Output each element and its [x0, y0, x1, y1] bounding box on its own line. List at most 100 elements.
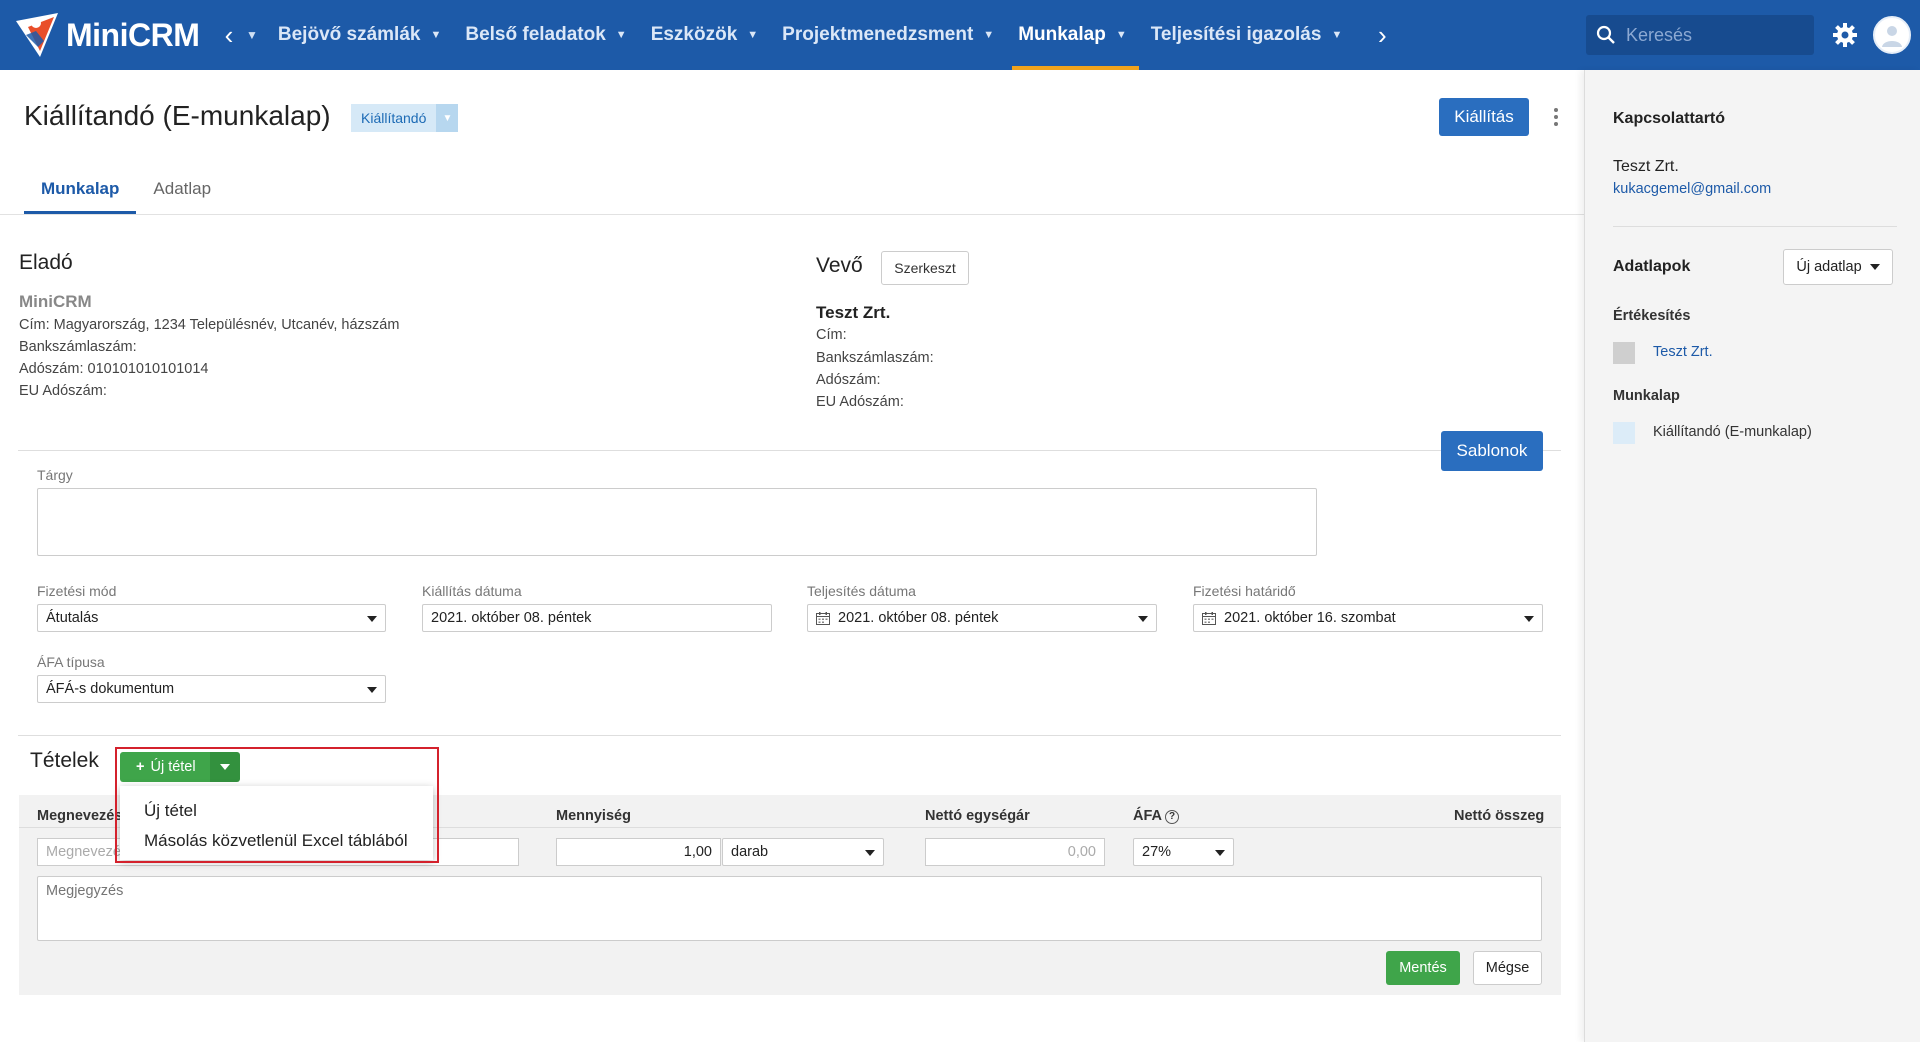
buyer-bank-account: Bankszámlaszám:: [816, 350, 934, 366]
payment-method-label: Fizetési mód: [37, 583, 117, 599]
page-title: Kiállítandó (E-munkalap): [24, 100, 331, 131]
save-button[interactable]: Mentés: [1386, 951, 1460, 985]
column-header-name: Megnevezés: [37, 808, 123, 824]
new-item-menu: Új tétel Másolás közvetlenül Excel táblá…: [120, 786, 433, 860]
worksheet-color-swatch: [1613, 422, 1635, 444]
section-divider: [18, 735, 1561, 736]
seller-address: Cím: Magyarország, 1234 Településnév, Ut…: [19, 317, 400, 333]
chevron-down-icon[interactable]: ▼: [436, 104, 459, 132]
menu-item-new-item[interactable]: Új tétel: [120, 796, 433, 826]
nav-history-caret-icon[interactable]: ▼: [246, 28, 258, 42]
issue-date-label: Kiállítás dátuma: [422, 583, 522, 599]
contact-name: Teszt Zrt.: [1613, 158, 1679, 175]
caret-down-icon: [865, 850, 875, 856]
more-options-icon[interactable]: [1552, 106, 1560, 128]
issue-date-field[interactable]: 2021. október 08. péntek: [422, 604, 772, 632]
contact-heading: Kapcsolattartó: [1613, 110, 1726, 127]
plus-icon: +: [136, 759, 145, 775]
vat-type-label: ÁFA típusa: [37, 654, 105, 670]
global-search: [1586, 15, 1814, 55]
column-header-net-total: Nettó összeg: [1454, 808, 1545, 824]
section-divider: [18, 450, 1561, 451]
item-vat-select[interactable]: 27%: [1133, 838, 1234, 866]
status-label: Kiállítandó: [351, 104, 437, 132]
due-date-label: Fizetési határidő: [1193, 583, 1296, 599]
column-header-unit-price: Nettó egységár: [925, 808, 1030, 824]
item-unit-select[interactable]: darab: [722, 838, 884, 866]
module-nav: Bejövő számlák ▼ Belső feladatok ▼ Eszközö…: [266, 0, 1354, 70]
brand-logo[interactable]: MiniCRM: [14, 0, 214, 70]
calendar-icon: [1202, 611, 1216, 625]
nav-item-tools[interactable]: Eszközök ▼: [639, 0, 770, 70]
new-item-dropdown-toggle[interactable]: [209, 752, 240, 782]
tabs-divider: [0, 214, 1584, 215]
seller-bank-account: Bankszámlaszám:: [19, 339, 137, 355]
calendar-icon: [816, 611, 830, 625]
search-input[interactable]: [1626, 24, 1796, 46]
edit-buyer-button[interactable]: Szerkeszt: [881, 251, 969, 285]
nav-item-worksheet[interactable]: Munkalap ▼: [1006, 0, 1139, 70]
caret-down-icon: ▼: [747, 29, 759, 41]
contact-email-link[interactable]: kukacgemel@gmail.com: [1613, 181, 1771, 197]
column-header-vat: ÁFA?: [1133, 808, 1179, 824]
tab-datasheet[interactable]: Adatlap: [136, 174, 228, 214]
buyer-tax-number: Adószám:: [816, 372, 881, 388]
datasheets-heading: Adatlapok: [1613, 258, 1691, 275]
worksheet-item-link[interactable]: Kiállítandó (E-munkalap): [1653, 424, 1812, 440]
caret-down-icon: ▼: [1115, 29, 1127, 41]
seller-heading: Eladó: [19, 251, 73, 274]
nav-back-button[interactable]: ‹: [214, 20, 244, 51]
column-header-quantity: Mennyiség: [556, 808, 631, 824]
nav-item-incoming-invoices[interactable]: Bejövő számlák ▼: [266, 0, 453, 70]
item-quantity-input[interactable]: [556, 838, 721, 866]
new-item-button[interactable]: + Új tétel: [120, 752, 210, 782]
templates-button[interactable]: Sablonok: [1441, 431, 1543, 471]
status-badge[interactable]: Kiállítandó ▼: [351, 104, 459, 132]
tab-worksheet[interactable]: Munkalap: [24, 174, 137, 214]
tab-bar: Munkalap Adatlap: [24, 174, 228, 214]
caret-down-icon: [1524, 616, 1534, 622]
fulfillment-date-picker[interactable]: 2021. október 08. péntek: [807, 604, 1157, 632]
nav-forward-button[interactable]: ›: [1364, 20, 1400, 51]
caret-down-icon: ▼: [430, 29, 442, 41]
nav-item-project-management[interactable]: Projektmenedzsment ▼: [770, 0, 1006, 70]
payment-method-select[interactable]: Átutalás: [37, 604, 386, 632]
caret-down-icon: ▼: [1331, 29, 1343, 41]
cancel-button[interactable]: Mégse: [1473, 951, 1542, 985]
worksheet-heading: Munkalap: [1613, 388, 1680, 404]
sidebar-divider: [1613, 226, 1897, 227]
item-unit-price-input[interactable]: [925, 838, 1105, 866]
brand-name: MiniCRM: [66, 16, 200, 53]
sales-color-swatch: [1613, 342, 1635, 364]
help-icon[interactable]: ?: [1165, 810, 1179, 824]
user-avatar[interactable]: [1873, 16, 1911, 54]
item-note-field[interactable]: [37, 876, 1542, 941]
caret-down-icon: [1215, 850, 1225, 856]
caret-down-icon: [1869, 264, 1880, 270]
nav-item-completion-certificate[interactable]: Teljesítési igazolás ▼: [1139, 0, 1355, 70]
buyer-address: Cím:: [816, 327, 847, 343]
subject-field[interactable]: [37, 488, 1317, 556]
subject-label: Tárgy: [37, 467, 73, 483]
right-sidebar: Kapcsolattartó Teszt Zrt. kukacgemel@gma…: [1584, 70, 1920, 1042]
items-heading: Tételek: [30, 749, 99, 772]
menu-item-copy-from-excel[interactable]: Másolás közvetlenül Excel táblából: [120, 826, 433, 856]
vat-type-select[interactable]: ÁFÁ-s dokumentum: [37, 675, 386, 703]
new-datasheet-button[interactable]: Új adatlap: [1783, 249, 1893, 285]
minicrm-logo-icon: [16, 13, 58, 57]
caret-down-icon: [1138, 616, 1148, 622]
issue-button[interactable]: Kiállítás: [1439, 98, 1529, 136]
fulfillment-date-label: Teljesítés dátuma: [807, 583, 916, 599]
search-icon: [1596, 25, 1615, 44]
nav-item-internal-tasks[interactable]: Belső feladatok ▼: [453, 0, 638, 70]
caret-down-icon: [219, 764, 230, 770]
seller-eu-tax-number: EU Adószám:: [19, 383, 107, 399]
caret-down-icon: [367, 687, 377, 693]
buyer-heading: Vevő: [816, 254, 863, 277]
seller-name: MiniCRM: [19, 292, 92, 311]
user-silhouette-icon: [1882, 26, 1902, 47]
due-date-picker[interactable]: 2021. október 16. szombat: [1193, 604, 1543, 632]
seller-tax-number: Adószám: 010101010101014: [19, 361, 209, 377]
sales-item-link[interactable]: Teszt Zrt.: [1653, 344, 1713, 360]
settings-gear-icon[interactable]: [1832, 22, 1858, 48]
